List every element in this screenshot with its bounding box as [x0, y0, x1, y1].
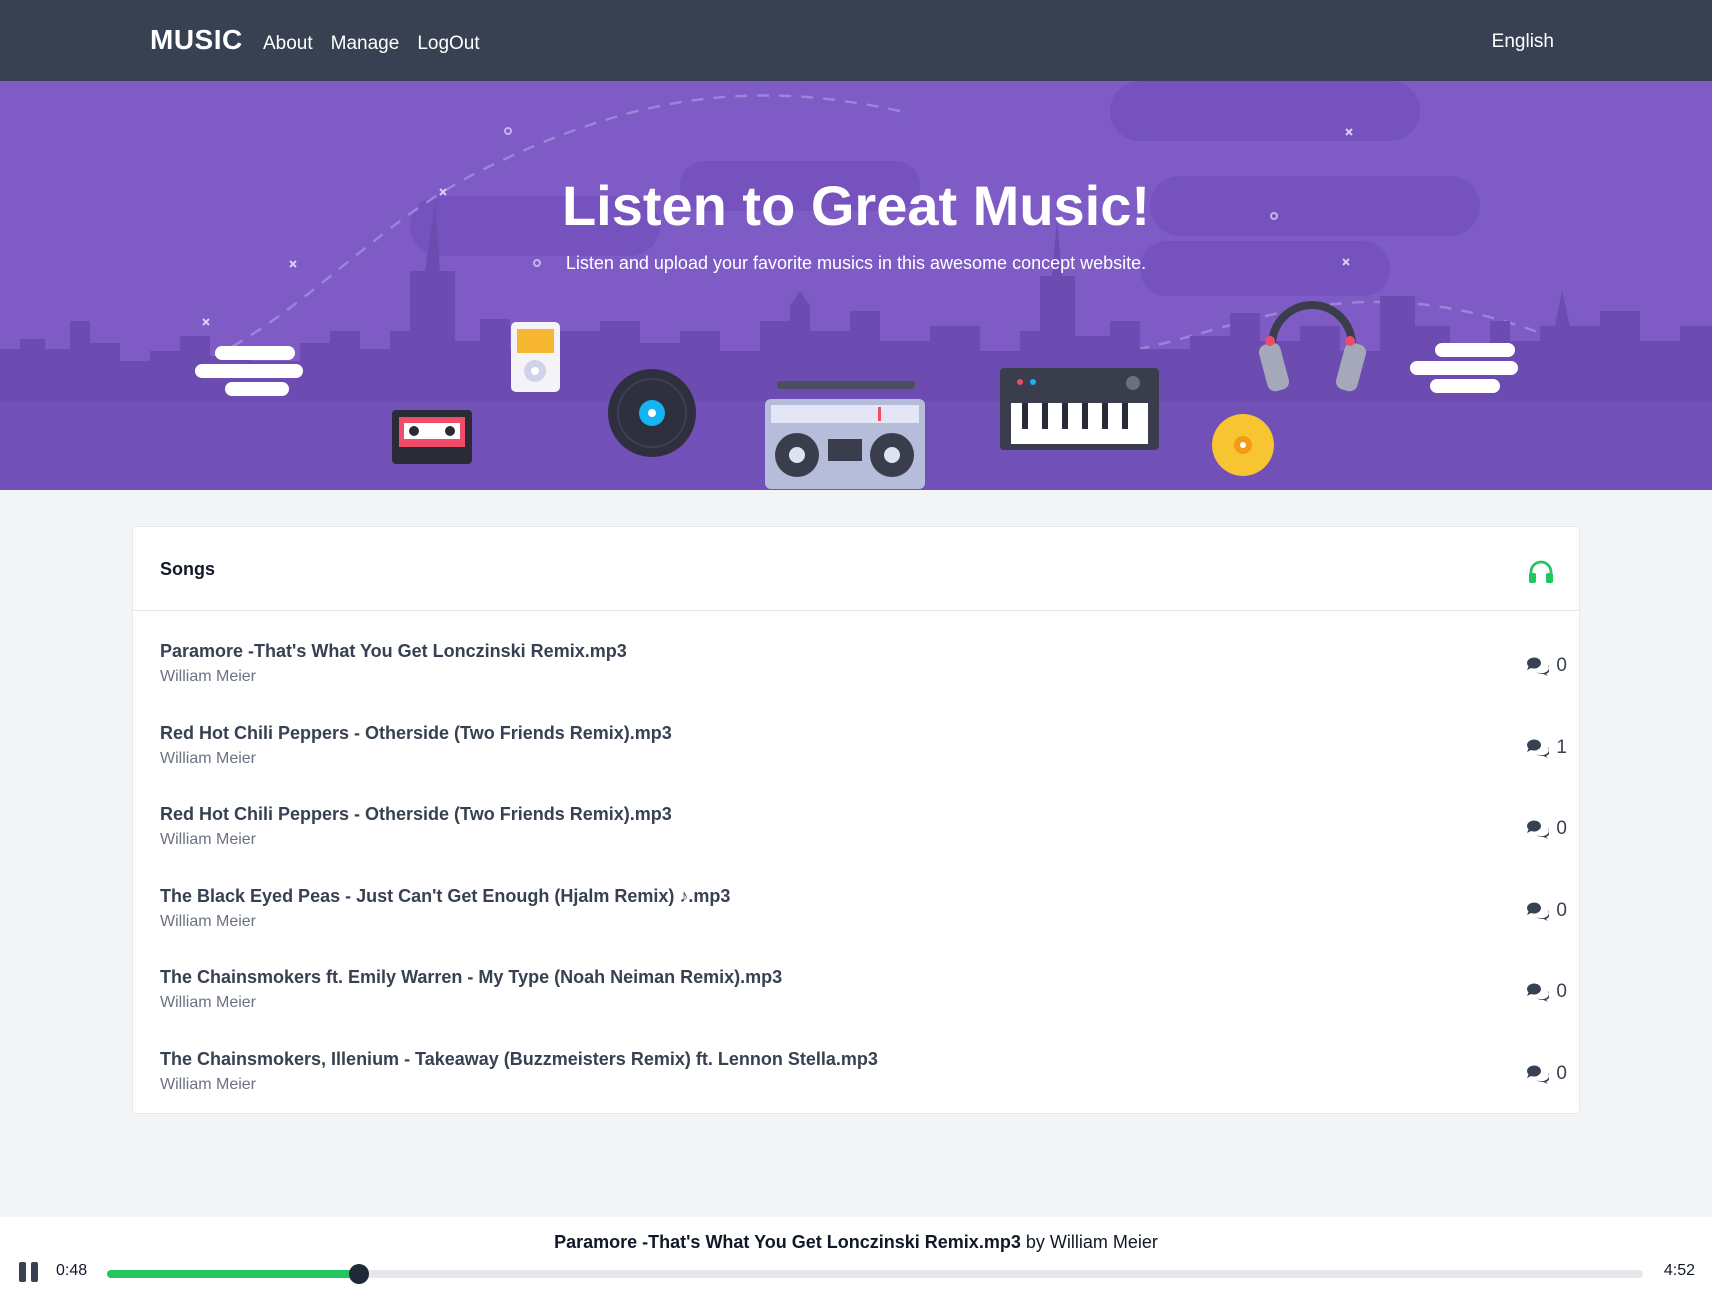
song-title[interactable]: The Chainsmokers, Illenium - Takeaway (B… — [160, 1035, 1579, 1070]
song-artist: William Meier — [160, 912, 256, 930]
progress-handle[interactable] — [348, 1264, 369, 1284]
comments-count[interactable]: 0 — [1525, 818, 1567, 840]
nav-logout-link[interactable]: LogOut — [417, 33, 479, 55]
audio-player: Paramore -That's What You Get Lonczinski… — [0, 1217, 1712, 1295]
song-title[interactable]: Red Hot Chili Peppers - Otherside (Two F… — [160, 709, 1579, 744]
hero-subtitle: Listen and upload your favorite musics i… — [565, 253, 1147, 273]
song-list: Paramore -That's What You Get Lonczinski… — [133, 611, 1579, 1116]
song-item[interactable]: Red Hot Chili Peppers - Otherside (Two F… — [133, 790, 1579, 872]
comments-number: 0 — [1556, 981, 1567, 1002]
song-item[interactable]: The Chainsmokers ft. Emily Warren - My T… — [133, 953, 1579, 1035]
song-item[interactable]: The Black Eyed Peas - Just Can't Get Eno… — [133, 872, 1579, 954]
comments-count[interactable]: 1 — [1525, 737, 1567, 759]
comments-icon — [1527, 820, 1550, 839]
nav-about-link[interactable]: About — [263, 33, 313, 55]
song-item[interactable]: Paramore -That's What You Get Lonczinski… — [133, 627, 1579, 709]
songs-card-title: Songs — [160, 559, 216, 579]
top-navbar: MUSIC About Manage LogOut English — [0, 0, 1712, 81]
hero-banner: Listen to Great Music! Listen and upload… — [0, 81, 1712, 490]
now-playing-artist: William Meier — [1049, 1232, 1158, 1252]
song-title[interactable]: The Chainsmokers ft. Emily Warren - My T… — [160, 953, 1579, 988]
songs-card: Songs Paramore -That's What You Get Lonc… — [132, 526, 1580, 1114]
pause-icon — [19, 1262, 38, 1282]
progress-bar[interactable] — [107, 1264, 1643, 1284]
hero-illustration — [0, 81, 1712, 490]
music-player-icon — [511, 322, 560, 392]
total-time: 4:52 — [1663, 1262, 1695, 1279]
headphones-icon — [1528, 560, 1554, 589]
main-nav: About Manage LogOut — [263, 33, 480, 55]
song-artist: William Meier — [160, 994, 256, 1011]
comments-icon — [1527, 902, 1550, 921]
now-playing: Paramore -That's What You Get Lonczinski… — [0, 1232, 1712, 1253]
song-title[interactable]: Red Hot Chili Peppers - Otherside (Two F… — [160, 790, 1579, 825]
song-title[interactable]: Paramore -That's What You Get Lonczinski… — [160, 627, 1579, 662]
cassette-icon — [392, 410, 472, 464]
comments-icon — [1527, 983, 1550, 1002]
comments-icon — [1527, 1065, 1550, 1084]
comments-count[interactable]: 0 — [1525, 981, 1567, 1003]
song-artist: William Meier — [160, 749, 256, 767]
comments-icon — [1527, 657, 1550, 676]
cd-disc-icon — [1212, 414, 1274, 476]
comments-count[interactable]: 0 — [1525, 1063, 1567, 1085]
song-item[interactable]: The Chainsmokers, Illenium - Takeaway (B… — [133, 1035, 1579, 1117]
language-selector[interactable]: English — [1492, 31, 1554, 53]
comments-number: 0 — [1556, 818, 1567, 839]
song-item[interactable]: Red Hot Chili Peppers - Otherside (Two F… — [133, 709, 1579, 791]
vinyl-record-icon — [608, 369, 696, 457]
current-time: 0:48 — [56, 1262, 88, 1279]
song-artist: William Meier — [160, 831, 256, 848]
song-title[interactable]: The Black Eyed Peas - Just Can't Get Eno… — [160, 872, 1579, 907]
comments-number: 1 — [1556, 736, 1567, 758]
now-playing-by: by — [1025, 1232, 1045, 1252]
hero-title: Listen to Great Music! — [561, 174, 1151, 237]
song-artist: William Meier — [160, 668, 256, 685]
comments-count[interactable]: 0 — [1525, 655, 1567, 677]
brand-logo[interactable]: MUSIC — [150, 24, 243, 56]
progress-fill — [107, 1270, 359, 1278]
pause-button[interactable] — [18, 1261, 40, 1288]
now-playing-title: Paramore -That's What You Get Lonczinski… — [554, 1232, 1021, 1252]
songs-card-header: Songs — [133, 527, 1579, 611]
song-artist: William Meier — [160, 1075, 256, 1093]
comments-count[interactable]: 0 — [1525, 900, 1567, 922]
piano-keyboard-icon — [1000, 368, 1159, 450]
comments-icon — [1527, 739, 1550, 758]
comments-number: 0 — [1556, 655, 1567, 676]
nav-manage-link[interactable]: Manage — [331, 33, 400, 55]
comments-number: 0 — [1556, 899, 1567, 921]
comments-number: 0 — [1556, 1062, 1567, 1084]
